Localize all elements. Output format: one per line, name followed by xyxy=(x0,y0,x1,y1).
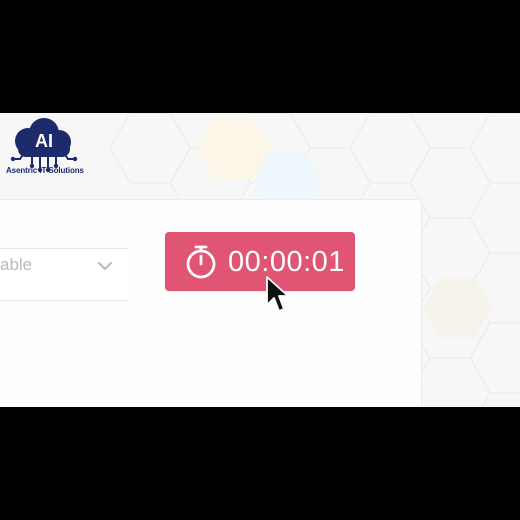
dropdown-value: able xyxy=(0,255,33,274)
content-card xyxy=(0,199,422,407)
video-frame: AI Asentric IT Solutions able 00:00:01 xyxy=(0,113,520,407)
timer-display: 00:00:01 xyxy=(228,246,345,278)
chevron-down-icon[interactable] xyxy=(97,260,113,272)
timer-button[interactable]: 00:00:01 xyxy=(165,232,355,291)
company-name: Asentric IT Solutions xyxy=(6,166,84,175)
logo-initials: AI xyxy=(35,131,53,151)
mouse-pointer-icon xyxy=(266,276,289,312)
stopwatch-icon xyxy=(186,245,216,279)
